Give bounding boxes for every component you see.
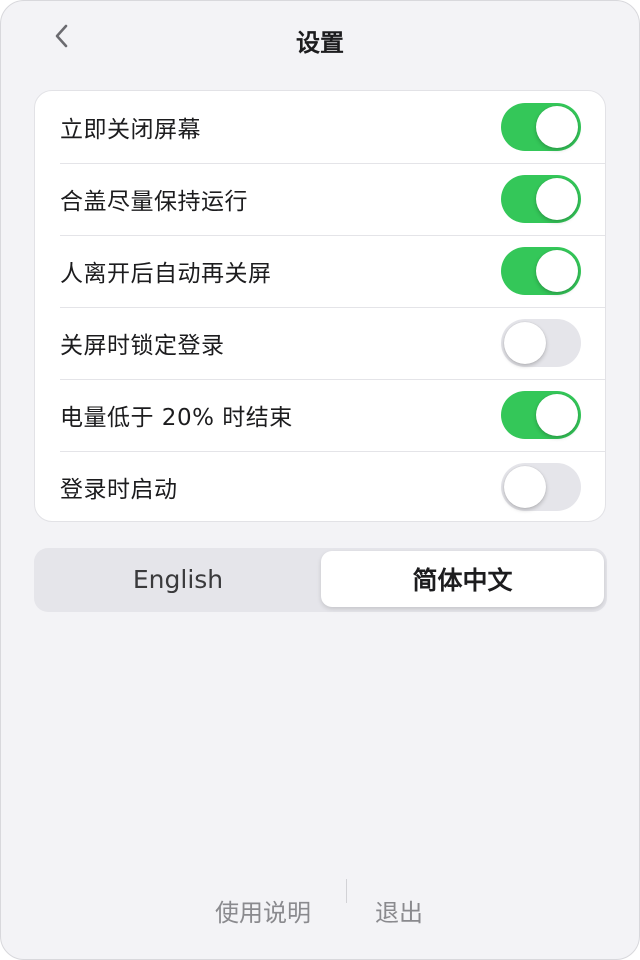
setting-row-auto-off-when-away: 人离开后自动再关屏 xyxy=(35,235,605,307)
language-selector: English 简体中文 xyxy=(34,548,607,612)
toggle-switch[interactable] xyxy=(501,175,581,223)
toggle-switch[interactable] xyxy=(501,463,581,511)
setting-label: 合盖尽量保持运行 xyxy=(60,189,248,215)
page-title: 设置 xyxy=(296,29,344,57)
toggle-switch[interactable] xyxy=(501,391,581,439)
footer-divider xyxy=(346,879,347,903)
toggle-switch[interactable] xyxy=(501,319,581,367)
language-option-chinese[interactable]: 简体中文 xyxy=(321,551,604,607)
toggle-switch[interactable] xyxy=(501,247,581,295)
toggle-knob xyxy=(536,394,578,436)
setting-label: 人离开后自动再关屏 xyxy=(60,261,272,287)
language-option-english[interactable]: English xyxy=(37,551,319,607)
toggle-knob xyxy=(536,178,578,220)
toggle-knob xyxy=(504,466,546,508)
setting-label: 登录时启动 xyxy=(60,477,178,503)
setting-row-lock-on-screen-off: 关屏时锁定登录 xyxy=(35,307,605,379)
settings-window: 设置 立即关闭屏幕 合盖尽量保持运行 人离开后自动再关屏 关屏时锁定登录 电量低… xyxy=(0,0,640,960)
setting-label: 立即关闭屏幕 xyxy=(60,117,201,143)
quit-link[interactable]: 退出 xyxy=(375,893,423,928)
toggle-switch[interactable] xyxy=(501,103,581,151)
setting-row-end-on-low-battery: 电量低于 20% 时结束 xyxy=(35,379,605,451)
toggle-knob xyxy=(536,250,578,292)
setting-row-launch-at-login: 登录时启动 xyxy=(35,451,605,521)
help-link[interactable]: 使用说明 xyxy=(215,893,311,928)
header: 设置 xyxy=(1,1,639,77)
setting-row-turn-off-screen: 立即关闭屏幕 xyxy=(35,91,605,163)
setting-label: 关屏时锁定登录 xyxy=(60,333,225,359)
setting-label: 电量低于 20% 时结束 xyxy=(60,405,293,431)
settings-list: 立即关闭屏幕 合盖尽量保持运行 人离开后自动再关屏 关屏时锁定登录 电量低于 2… xyxy=(34,90,606,522)
setting-row-keep-running-lid-closed: 合盖尽量保持运行 xyxy=(35,163,605,235)
toggle-knob xyxy=(504,322,546,364)
toggle-knob xyxy=(536,106,578,148)
footer: 使用说明 退出 xyxy=(1,879,639,939)
